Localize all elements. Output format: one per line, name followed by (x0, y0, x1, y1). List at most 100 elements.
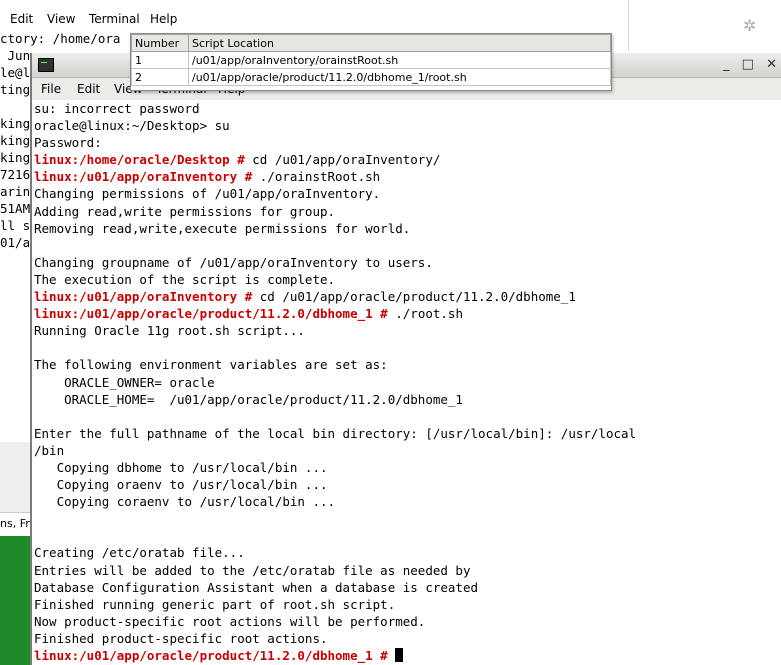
terminal-line: linux:/u01/app/oraInventory # ./orainstR… (34, 168, 779, 185)
table-row[interactable]: 1 /u01/app/oraInventory/orainstRoot.sh (131, 51, 611, 69)
desktop-background (0, 536, 30, 665)
terminal-line-text: The execution of the script is complete. (34, 271, 336, 287)
terminal-line-text (34, 238, 42, 253)
terminal-line: Changing permissions of /u01/app/oraInve… (34, 185, 779, 202)
shell-prompt: linux:/u01/app/oraInventory # (34, 289, 253, 305)
terminal-line: Enter the full pathname of the local bin… (34, 425, 779, 442)
table-row[interactable]: 2 /u01/app/oracle/product/11.2.0/dbhome_… (131, 68, 611, 86)
column-header-number[interactable]: Number (131, 34, 189, 52)
bg-menu-terminal[interactable]: Terminal (89, 12, 140, 26)
terminal-line-text (388, 648, 396, 663)
terminal-line: Copying dbhome to /usr/local/bin ... (34, 459, 779, 476)
terminal-line-text (34, 409, 42, 424)
terminal-line-text (34, 340, 42, 355)
bg-menu-edit[interactable]: Edit (10, 12, 33, 26)
terminal-line: linux:/u01/app/oracle/product/11.2.0/dbh… (34, 305, 779, 322)
terminal-line (34, 527, 779, 544)
front-terminal-window: _ □ ✕ File Edit View Terminal Help su: i… (30, 53, 781, 665)
terminal-line: linux:/home/oracle/Desktop # cd /u01/app… (34, 151, 779, 168)
terminal-line: su: incorrect password (34, 100, 779, 117)
terminal-line-text: ORACLE_HOME= /u01/app/oracle/product/11.… (34, 391, 463, 407)
terminal-line-text: Adding read,write permissions for group. (34, 203, 336, 219)
terminal-line-text (34, 511, 42, 526)
terminal-line-text: The following environment variables are … (34, 357, 388, 373)
terminal-line: Password: (34, 134, 779, 151)
terminal-line: Finished product-specific root actions. (34, 630, 779, 647)
terminal-icon (38, 58, 54, 72)
terminal-line (34, 339, 779, 356)
terminal-line-text: Finished running generic part of root.sh… (34, 596, 396, 612)
terminal-line-text: Entries will be added to the /etc/oratab… (34, 562, 471, 578)
terminal-line-text: oracle@linux:~/Desktop> su (34, 118, 230, 134)
terminal-line: Adding read,write permissions for group. (34, 203, 779, 220)
terminal-line: linux:/u01/app/oraInventory # cd /u01/ap… (34, 288, 779, 305)
terminal-line: Copying coraenv to /usr/local/bin ... (34, 493, 779, 510)
terminal-line: Removing read,write,execute permissions … (34, 220, 779, 237)
row-number: 1 (131, 51, 189, 69)
terminal-line-text: Copying oraenv to /usr/local/bin ... (34, 477, 328, 493)
terminal-line-text: Database Configuration Assistant when a … (34, 579, 479, 595)
minimize-icon[interactable]: _ (723, 57, 730, 72)
terminal-line-text: Copying coraenv to /usr/local/bin ... (34, 494, 336, 510)
terminal-line-text: Creating /etc/oratab file... (34, 545, 245, 561)
bg-menu-view[interactable]: View (47, 12, 75, 26)
menu-edit[interactable]: Edit (77, 82, 100, 96)
terminal-line-text: ORACLE_OWNER= oracle (34, 374, 215, 390)
shell-prompt: linux:/u01/app/oracle/product/11.2.0/dbh… (34, 306, 388, 322)
terminal-line: /bin (34, 442, 779, 459)
maximize-icon[interactable]: □ (742, 57, 754, 72)
terminal-line: linux:/u01/app/oracle/product/11.2.0/dbh… (34, 647, 779, 664)
row-number: 2 (131, 68, 189, 86)
terminal-line-text: Enter the full pathname of the local bin… (34, 425, 637, 441)
terminal-line: Changing groupname of /u01/app/oraInvent… (34, 254, 779, 271)
background-menubar: Edit View Terminal Help (0, 8, 628, 30)
terminal-output[interactable]: su: incorrect password oracle@linux:~/Des… (34, 100, 779, 664)
terminal-line-text: Removing read,write,execute permissions … (34, 220, 411, 236)
terminal-line: Entries will be added to the /etc/oratab… (34, 562, 779, 579)
terminal-line: The execution of the script is complete. (34, 271, 779, 288)
terminal-line: Finished running generic part of root.sh… (34, 596, 779, 613)
terminal-line-text: Changing permissions of /u01/app/oraInve… (34, 186, 381, 202)
background-status-fragment: ns, Fr (0, 512, 30, 538)
script-location-table: Number Script Location 1 /u01/app/oraInv… (130, 33, 612, 91)
terminal-line: Database Configuration Assistant when a … (34, 579, 779, 596)
terminal-line-text: /bin (34, 442, 65, 458)
terminal-line: oracle@linux:~/Desktop> su (34, 117, 779, 134)
terminal-line (34, 237, 779, 254)
window-controls: _ □ ✕ (715, 57, 777, 72)
terminal-line: Running Oracle 11g root.sh script... (34, 322, 779, 339)
text-cursor (395, 648, 404, 662)
spinner-icon: ✲ (743, 16, 757, 35)
menu-file[interactable]: File (41, 82, 61, 96)
close-icon[interactable]: ✕ (766, 57, 777, 72)
shell-prompt: linux:/home/oracle/Desktop # (34, 152, 245, 168)
terminal-line: Now product-specific root actions will b… (34, 613, 779, 630)
terminal-line-text: su: incorrect password (34, 101, 200, 116)
terminal-line: The following environment variables are … (34, 356, 779, 373)
background-window-right-area: ✲ (628, 0, 781, 50)
terminal-line (34, 408, 779, 425)
bg-terminal-line: ctory: /home/ora (0, 31, 121, 46)
terminal-line-text: Changing groupname of /u01/app/oraInvent… (34, 254, 433, 270)
background-gray-strip (0, 442, 30, 512)
shell-prompt: linux:/u01/app/oraInventory # (34, 169, 253, 185)
terminal-line-text (34, 528, 42, 543)
terminal-line-text: cd /u01/app/oraInventory/ (244, 152, 441, 168)
terminal-line: Copying oraenv to /usr/local/bin ... (34, 476, 779, 493)
terminal-line (34, 510, 779, 527)
shell-prompt: linux:/u01/app/oracle/product/11.2.0/dbh… (34, 648, 388, 663)
terminal-line-text: Now product-specific root actions will b… (34, 613, 426, 629)
terminal-line: ORACLE_HOME= /u01/app/oracle/product/11.… (34, 391, 779, 408)
terminal-line-text: Finished product-specific root actions. (34, 630, 328, 646)
terminal-line-text: Running Oracle 11g root.sh script... (34, 323, 305, 339)
terminal-line-text: Copying dbhome to /usr/local/bin ... (34, 459, 328, 475)
bg-menu-help[interactable]: Help (150, 12, 177, 26)
terminal-line-text: ./root.sh (387, 306, 463, 322)
terminal-line: ORACLE_OWNER= oracle (34, 374, 779, 391)
row-script-location: /u01/app/oracle/product/11.2.0/dbhome_1/… (188, 68, 611, 86)
terminal-line-text: cd /u01/app/oracle/product/11.2.0/dbhome… (252, 289, 576, 305)
terminal-line-text: Password: (34, 135, 102, 151)
column-header-script-location[interactable]: Script Location (188, 34, 611, 52)
row-script-location: /u01/app/oraInventory/orainstRoot.sh (188, 51, 611, 69)
terminal-line-text: ./orainstRoot.sh (252, 169, 381, 185)
